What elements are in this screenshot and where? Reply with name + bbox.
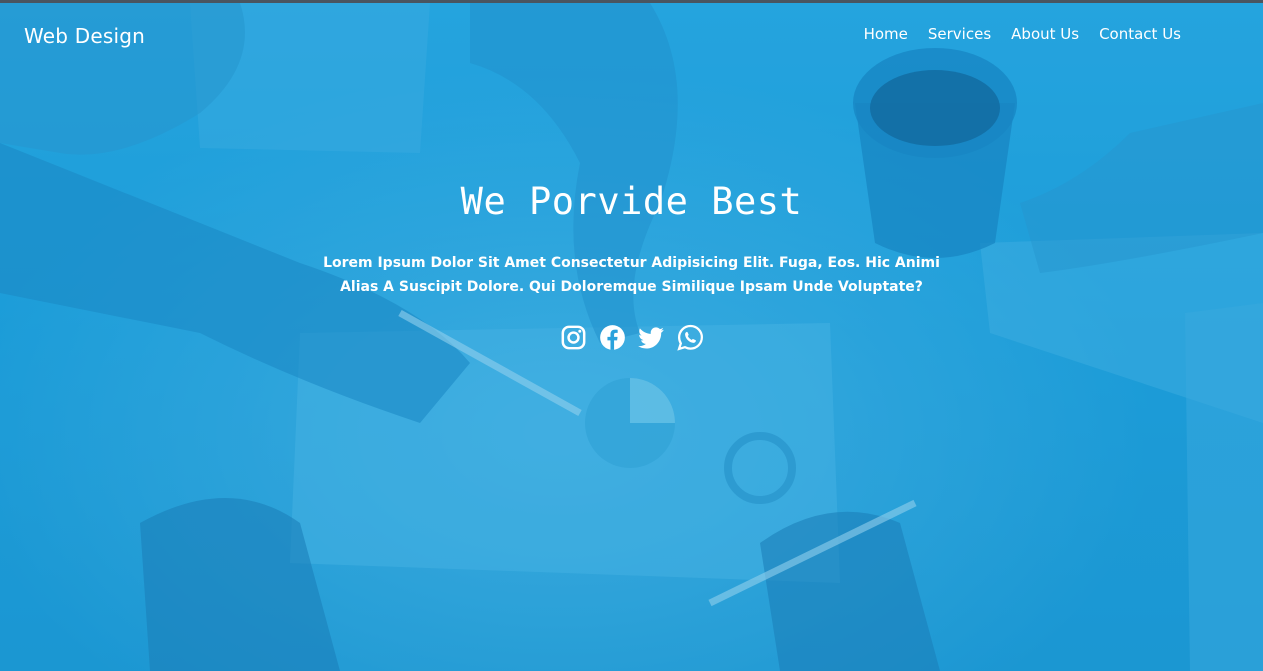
twitter-icon[interactable]: [637, 324, 665, 351]
facebook-icon[interactable]: [599, 324, 626, 351]
nav-link-home[interactable]: Home: [864, 25, 908, 43]
social-links: [0, 324, 1263, 351]
nav-link-about-us[interactable]: About Us: [1011, 25, 1079, 43]
nav-link-contact-us[interactable]: Contact Us: [1099, 25, 1181, 43]
nav-link-services[interactable]: Services: [928, 25, 991, 43]
instagram-icon[interactable]: [560, 324, 587, 351]
hero-title: We Porvide Best: [460, 180, 803, 223]
navbar: Web Design Home Services About Us Contac…: [0, 3, 1263, 65]
hero-section: We Porvide Best Lorem Ipsum Dolor Sit Am…: [0, 180, 1263, 351]
whatsapp-icon[interactable]: [676, 324, 704, 351]
hero-subtitle: Lorem Ipsum Dolor Sit Amet Consectetur A…: [323, 255, 940, 295]
nav-links: Home Services About Us Contact Us: [864, 25, 1181, 43]
brand-logo[interactable]: Web Design: [24, 24, 145, 48]
